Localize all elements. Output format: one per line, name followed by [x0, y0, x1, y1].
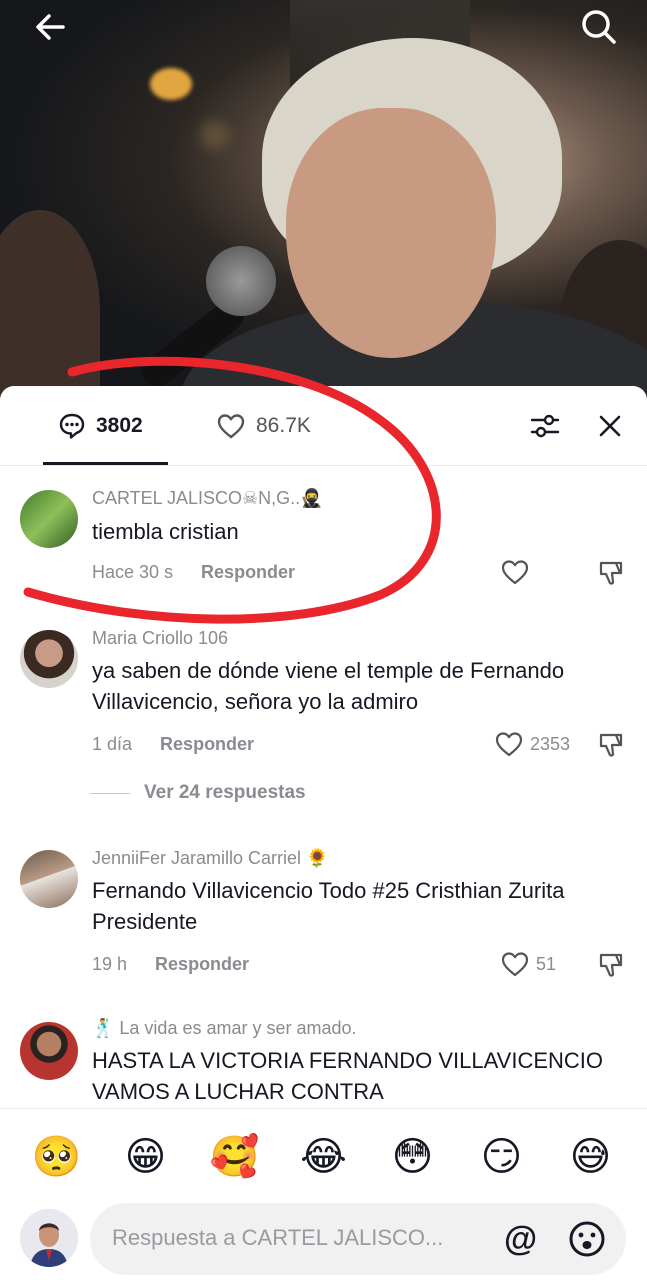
comment-username[interactable]: 🕺 La vida es amar y ser amado. [92, 1018, 357, 1039]
emoji-smirk[interactable]: 😏 [474, 1129, 530, 1185]
like-button[interactable]: 2353 [494, 730, 570, 758]
arrow-left-icon [36, 14, 65, 40]
avatar[interactable] [20, 1022, 78, 1080]
mention-button[interactable]: @ [504, 1219, 537, 1259]
tab-comments[interactable]: 3802 [58, 410, 143, 442]
comment-item: JenniiFer Jaramillo Carriel 🌻 Fernando V… [0, 846, 647, 986]
dislike-button[interactable] [596, 950, 626, 980]
comment-username[interactable]: JenniiFer Jaramillo Carriel 🌻 [92, 848, 328, 869]
emoji-hearts[interactable]: 🥰 [207, 1129, 263, 1185]
comment-text: tiembla cristian [92, 519, 239, 544]
thumbs-down-icon [599, 953, 623, 977]
filter-button[interactable] [527, 408, 563, 444]
avatar[interactable] [20, 490, 78, 548]
reply-input-placeholder: Respuesta a CARTEL JALISCO... [112, 1225, 444, 1250]
tab-likes[interactable]: 86.7K [216, 410, 311, 442]
view-replies-button[interactable]: Ver 24 respuestas [90, 782, 306, 804]
comment-time: 1 día [92, 734, 133, 754]
reply-button[interactable]: Responder [201, 562, 295, 583]
comment-text: ya saben de dónde viene el temple de Fer… [92, 658, 565, 714]
heart-icon [495, 732, 523, 757]
view-replies-label: Ver 24 respuestas [144, 782, 306, 803]
comment-item: Maria Criollo 106 ya saben de dónde vien… [0, 626, 647, 816]
stage-light [200, 120, 230, 150]
comments-header: 3802 86.7K [0, 386, 647, 466]
comment-meta: Hace 30 s Responder [92, 562, 295, 583]
search-icon [582, 10, 616, 44]
heart-icon [501, 952, 529, 977]
reply-button[interactable]: Responder [155, 954, 249, 975]
emoji-joy[interactable]: 😂 [296, 1129, 352, 1185]
comment-meta: 1 día Responder [92, 734, 254, 755]
comments-count: 3802 [96, 414, 143, 437]
comment-time: Hace 30 s [92, 562, 174, 582]
reply-button[interactable]: Responder [160, 734, 254, 755]
avatar[interactable] [20, 630, 78, 688]
replies-divider [90, 792, 130, 794]
like-button[interactable] [500, 558, 530, 586]
video-frame[interactable] [0, 0, 647, 400]
current-user-avatar [20, 1209, 78, 1267]
quick-emoji-row: 🥺 😁 🥰 😂 😳 😏 😅 [0, 1129, 647, 1185]
thumbs-down-icon [599, 733, 623, 757]
dislike-button[interactable] [596, 730, 626, 760]
avatar[interactable] [20, 850, 78, 908]
comment-meta: 19 h Responder [92, 954, 249, 975]
comment-time: 19 h [92, 954, 128, 974]
user-portrait [20, 1209, 78, 1267]
reply-bar: 🥺 😁 🥰 😂 😳 😏 😅 Respuesta a CARTEL JALISCO… [0, 1108, 647, 1280]
like-count: 51 [536, 953, 557, 974]
comment-username[interactable]: CARTEL JALISCO☠N,G..🥷 [92, 488, 323, 509]
likes-count: 86.7K [256, 414, 311, 437]
emoji-grinning[interactable]: 😁 [118, 1129, 174, 1185]
emoji-flushed[interactable]: 😳 [385, 1129, 441, 1185]
search-button[interactable] [578, 6, 620, 48]
comment-bubble-icon [59, 413, 85, 439]
dislike-button[interactable] [596, 558, 626, 588]
emoji-pleading[interactable]: 🥺 [29, 1129, 85, 1185]
like-button[interactable]: 51 [500, 950, 556, 978]
back-button[interactable] [30, 6, 72, 48]
comment-item: CARTEL JALISCO☠N,G..🥷 tiembla cristian H… [0, 486, 647, 606]
emoji-picker-icon[interactable] [568, 1220, 606, 1258]
close-icon [599, 415, 621, 437]
heart-icon [501, 560, 529, 585]
microphone-head [206, 246, 276, 316]
close-button[interactable] [592, 408, 628, 444]
thumbs-down-icon [599, 561, 623, 585]
like-count: 2353 [530, 733, 571, 754]
sliders-icon [530, 414, 560, 438]
reply-input[interactable]: Respuesta a CARTEL JALISCO... @ [90, 1203, 626, 1275]
comment-text: HASTA LA VICTORIA FERNANDO VILLAVICENCIO… [92, 1048, 604, 1104]
comment-item: 🕺 La vida es amar y ser amado. HASTA LA … [0, 1016, 647, 1108]
emoji-sweat-smile[interactable]: 😅 [563, 1129, 619, 1185]
background-person [0, 210, 100, 400]
stage-light [150, 68, 192, 100]
heart-icon [217, 414, 245, 439]
comment-username[interactable]: Maria Criollo 106 [92, 628, 228, 649]
comment-text: Fernando Villavicencio Todo #25 Cristhia… [92, 878, 565, 934]
speaker-face [286, 108, 496, 358]
active-tab-indicator [43, 462, 168, 465]
